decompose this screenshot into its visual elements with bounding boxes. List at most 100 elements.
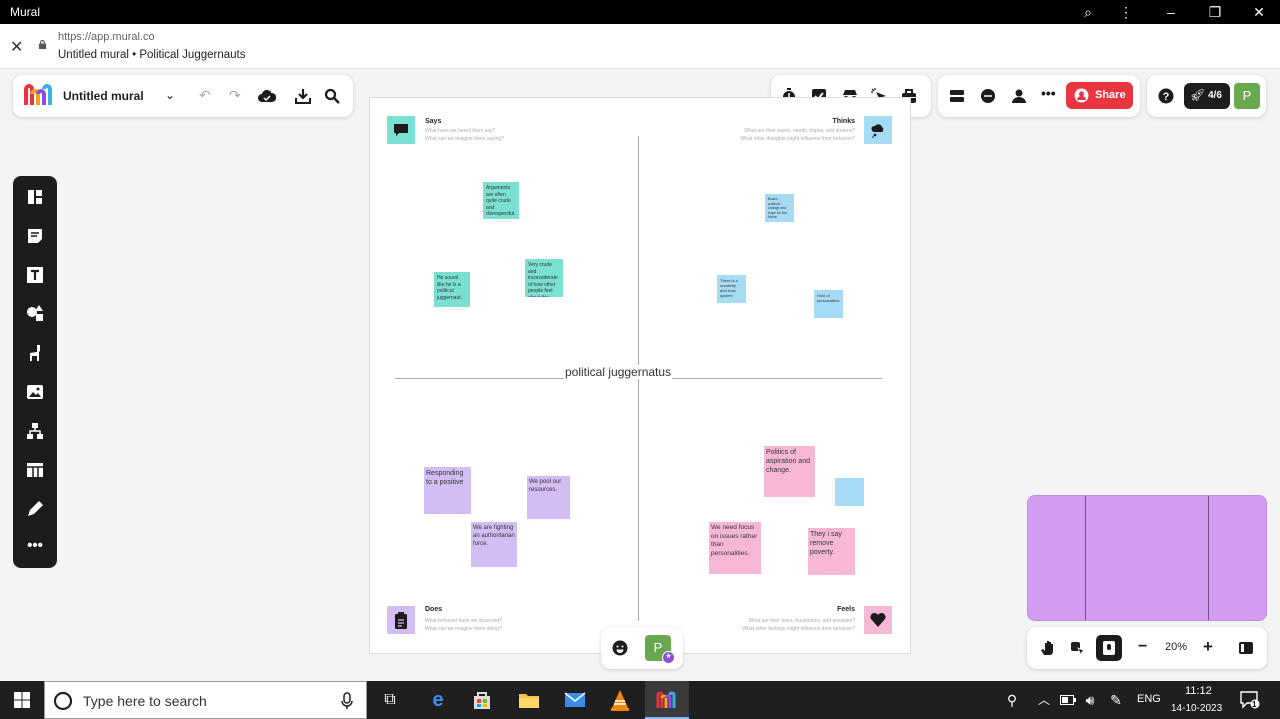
sticky-note[interactable]: Board - political change and hope for th… xyxy=(765,194,794,222)
zoom-in-button[interactable]: + xyxy=(1203,637,1213,657)
sticky-note[interactable]: Very crude and inconsiderate of how othe… xyxy=(525,259,563,297)
says-sub2: What can we imagine them saying? xyxy=(425,136,504,142)
page-title: Untitled mural • Political Juggernauts xyxy=(58,49,246,61)
minimize-button[interactable]: – xyxy=(1160,3,1182,21)
search-icon[interactable] xyxy=(324,88,340,104)
close-window-button[interactable]: ✕ xyxy=(1248,3,1270,21)
emoji-icon[interactable] xyxy=(612,640,628,656)
thinks-sub2: What other thoughts might influence thei… xyxy=(740,136,855,142)
cloud-saved-icon[interactable] xyxy=(258,89,276,103)
menu-dots-icon[interactable]: ⋮ xyxy=(1115,3,1137,21)
icons-llama-icon[interactable] xyxy=(24,342,46,364)
network-icon[interactable]: ✎ xyxy=(1102,686,1130,714)
says-sub1: What have we heard them say? xyxy=(425,128,496,134)
lock-icon xyxy=(38,40,47,49)
collaboration-panel: ••• Share xyxy=(938,75,1140,117)
center-label[interactable]: political juggernatus xyxy=(564,365,673,379)
shapes-icon[interactable] xyxy=(24,303,46,325)
microphone-icon[interactable] xyxy=(341,692,353,710)
clock-time[interactable]: 11:12 xyxy=(1185,685,1212,697)
battery-icon[interactable] xyxy=(1060,695,1076,705)
help-icon[interactable]: ? xyxy=(1158,88,1174,104)
mouse-icon xyxy=(1103,641,1115,655)
mouse-mode-button[interactable] xyxy=(1096,635,1122,661)
language-indicator[interactable]: ENG xyxy=(1137,693,1161,705)
clipboard-icon xyxy=(387,606,415,634)
image-icon[interactable] xyxy=(24,381,46,403)
sticky-note-icon[interactable] xyxy=(24,225,46,247)
restore-button[interactable]: ❐ xyxy=(1204,3,1226,21)
rocket-icon: 🚀︎ xyxy=(1190,88,1206,102)
volume-icon[interactable]: 🔊︎ xyxy=(1076,686,1104,714)
sticky-note[interactable]: There is a creativity and trust system xyxy=(717,275,746,303)
star-badge-icon: ★ xyxy=(662,651,675,664)
sticky-note[interactable]: We need focus on issues rather than pers… xyxy=(709,522,761,574)
hand-icon[interactable] xyxy=(1040,640,1056,656)
templates-icon[interactable] xyxy=(24,186,46,208)
sticky-note[interactable]: Hold of personalities xyxy=(814,290,843,318)
thought-cloud-icon xyxy=(864,116,892,144)
table-icon[interactable] xyxy=(24,459,46,481)
mural-name[interactable]: Untitled mural xyxy=(63,89,144,103)
sticky-note[interactable]: Arguments are often quite crude and disr… xyxy=(483,182,519,219)
minimap-divider xyxy=(1208,496,1209,620)
download-icon[interactable] xyxy=(295,88,311,104)
taskbar-search-box[interactable]: Type here to search xyxy=(44,681,367,719)
more-tools-icon[interactable]: ••• xyxy=(24,535,46,557)
sticky-note[interactable]: They i say remove poverty. xyxy=(808,528,855,575)
outline-icon[interactable] xyxy=(949,88,965,104)
mail-icon[interactable] xyxy=(564,691,586,709)
notification-count: 1 xyxy=(1252,700,1257,709)
zoom-icon[interactable]: ⌕ xyxy=(1077,3,1099,21)
mural-logo[interactable] xyxy=(23,84,53,108)
task-view-icon[interactable]: ⧉ xyxy=(376,686,404,714)
people-icon[interactable]: ⚲ xyxy=(998,686,1026,714)
avatar[interactable]: P xyxy=(1234,83,1260,109)
undo-icon[interactable]: ↶ xyxy=(199,88,211,102)
text-icon[interactable] xyxy=(24,264,46,286)
participants-button[interactable]: 🚀︎ 4/6 xyxy=(1184,83,1230,109)
toggle-minimap-icon[interactable] xyxy=(1238,640,1254,656)
diagram-icon[interactable] xyxy=(24,420,46,442)
windows-start-icon[interactable] xyxy=(14,692,30,708)
touchpad-mode-icon[interactable] xyxy=(1070,640,1086,656)
feels-sub1: What are their fears, frustrations, and … xyxy=(748,618,855,624)
speech-bubble-icon xyxy=(387,116,415,144)
add-user-icon xyxy=(1074,88,1089,103)
url-text[interactable]: https://app.mural.co xyxy=(58,31,155,43)
mural-title-panel: Untitled mural ⌄ ↶ ↷ xyxy=(13,75,353,117)
sticky-note[interactable]: We pool our resources. xyxy=(527,476,570,519)
sticky-note[interactable]: Politics of aspiration and change. xyxy=(764,446,815,497)
mural-app-taskbar-button[interactable] xyxy=(645,681,689,719)
sticky-note[interactable]: He sound like he is a political juggerna… xyxy=(434,272,470,307)
vlc-icon[interactable] xyxy=(610,689,630,711)
empathy-map-board[interactable]: political juggernatus Says What have we … xyxy=(369,97,911,654)
sticky-note[interactable]: We are fighting an authoritarian force. xyxy=(471,522,517,567)
sticky-note-empty[interactable] xyxy=(835,478,864,506)
store-icon[interactable] xyxy=(472,690,492,710)
heart-icon xyxy=(864,606,892,634)
svg-text:?: ? xyxy=(1163,91,1170,103)
thinks-title: Thinks xyxy=(832,118,855,125)
zoom-level[interactable]: 20% xyxy=(1165,641,1187,653)
pen-icon[interactable] xyxy=(24,498,46,520)
chevron-down-icon[interactable]: ⌄ xyxy=(165,89,175,101)
more-options-icon[interactable]: ••• xyxy=(1041,86,1056,100)
clock-date[interactable]: 14-10-2023 xyxy=(1171,703,1222,714)
redo-icon[interactable]: ↷ xyxy=(229,88,241,102)
tray-chevron-icon[interactable]: ︿ xyxy=(1030,686,1058,714)
comment-icon[interactable] xyxy=(980,88,996,104)
does-title: Does xyxy=(425,606,443,613)
zoom-panel: − 20% + xyxy=(1027,627,1267,669)
minimap[interactable] xyxy=(1027,495,1267,621)
notifications-icon[interactable] xyxy=(1240,691,1260,709)
file-explorer-icon[interactable] xyxy=(518,690,540,710)
zoom-out-button[interactable]: − xyxy=(1138,638,1147,656)
share-button[interactable]: Share xyxy=(1066,82,1133,109)
edge-icon[interactable]: e xyxy=(424,686,452,714)
feels-title: Feels xyxy=(837,606,855,613)
members-icon[interactable] xyxy=(1011,88,1027,104)
sticky-note[interactable]: Responding to a positive xyxy=(424,467,471,514)
window-titlebar: Mural ⌕ ⋮ – ❐ ✕ xyxy=(0,0,1280,24)
close-tab-icon[interactable]: ✕ xyxy=(10,37,23,57)
